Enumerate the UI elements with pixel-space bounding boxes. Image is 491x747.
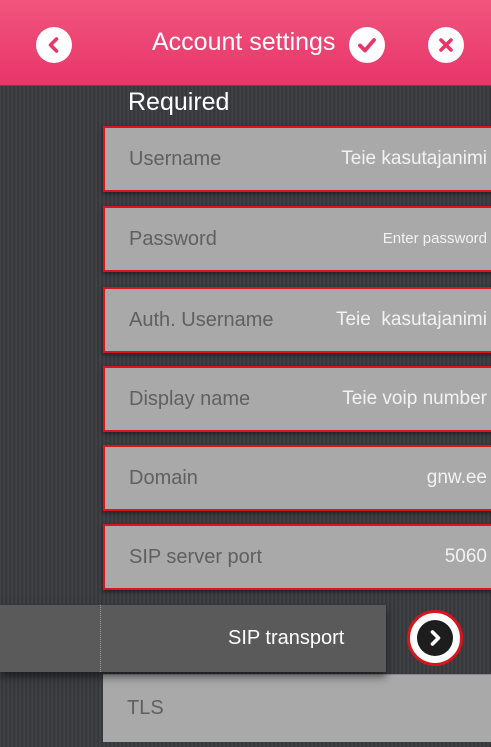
divider — [100, 605, 101, 672]
password-field[interactable]: Password Enter password — [103, 206, 491, 272]
auth-username-field[interactable]: Auth. Username Teie kasutajanimi — [103, 287, 491, 353]
sip-server-port-value[interactable]: 5060 — [445, 526, 487, 588]
done-button[interactable] — [349, 27, 385, 63]
next-button-circle — [417, 620, 453, 656]
sip-transport-label: SIP transport — [228, 627, 345, 649]
password-value[interactable]: Enter password — [383, 208, 487, 270]
username-field[interactable]: Username Teie kasutajanimi — [103, 126, 491, 192]
sip-transport-value-row[interactable]: TLS — [103, 674, 491, 742]
section-header-required: Required — [128, 88, 230, 116]
top-bar: Account settings — [0, 0, 491, 86]
username-label: Username — [129, 148, 222, 170]
display-name-label: Display name — [129, 388, 251, 410]
page-title: Account settings — [152, 28, 336, 56]
domain-field[interactable]: Domain gnw.ee — [103, 445, 491, 511]
checkmark-icon — [358, 38, 376, 53]
auth-username-label: Auth. Username — [129, 309, 274, 331]
password-label: Password — [129, 228, 217, 250]
sip-transport-next-button[interactable] — [407, 610, 463, 666]
auth-username-value[interactable]: Teie kasutajanimi — [336, 289, 487, 351]
sip-transport-value: TLS — [127, 697, 164, 719]
domain-label: Domain — [129, 467, 198, 489]
back-button[interactable] — [36, 27, 72, 63]
close-icon — [439, 38, 453, 52]
close-button[interactable] — [428, 27, 464, 63]
chevron-left-icon — [48, 37, 59, 53]
chevron-right-icon — [430, 630, 441, 646]
sip-transport-row[interactable]: SIP transport — [0, 605, 386, 672]
sip-server-port-field[interactable]: SIP server port 5060 — [103, 524, 491, 590]
display-name-field[interactable]: Display name Teie voip number — [103, 366, 491, 432]
display-name-value[interactable]: Teie voip number — [342, 368, 487, 430]
sip-server-port-label: SIP server port — [129, 546, 263, 568]
username-value[interactable]: Teie kasutajanimi — [341, 128, 487, 190]
domain-value[interactable]: gnw.ee — [427, 447, 487, 509]
